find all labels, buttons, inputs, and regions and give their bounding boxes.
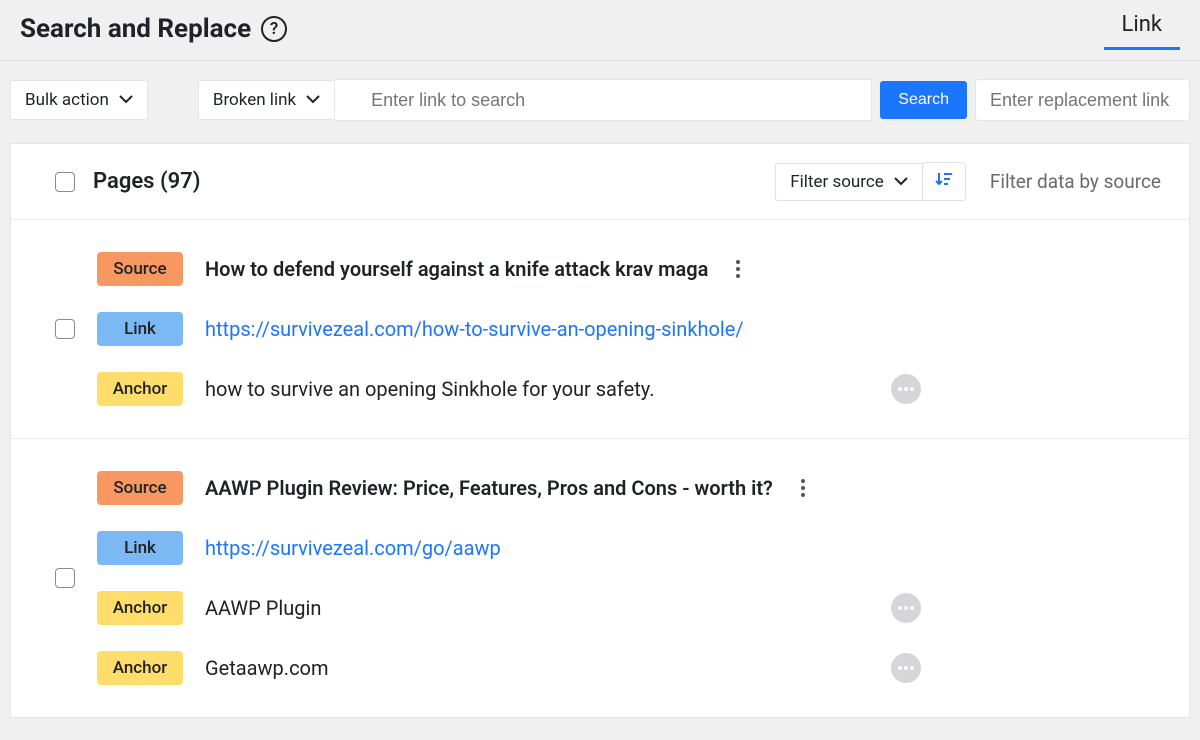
link-line: Link https://survivezeal.com/how-to-surv… [97,312,1161,346]
source-line: Source How to defend yourself against a … [97,252,1161,286]
anchor-text: AAWP Plugin [205,596,321,620]
page-title: Search and Replace [20,14,251,44]
source-badge: Source [97,471,183,505]
controls-bar: Bulk action Broken link Search [0,61,1200,139]
select-all-checkbox[interactable] [55,172,75,192]
link-badge: Link [97,531,183,565]
filter-source-dropdown[interactable]: Filter source [775,163,923,201]
result-row: Source How to defend yourself against a … [11,219,1189,438]
anchor-badge: Anchor [97,591,183,625]
title-group: Search and Replace ? [20,14,287,44]
chevron-down-icon [119,89,133,109]
more-icon[interactable] [891,593,921,623]
bulk-action-label: Bulk action [25,90,109,110]
bulk-action-dropdown[interactable]: Bulk action [10,80,148,120]
anchor-badge: Anchor [97,372,183,406]
row-check-wrap [55,252,75,406]
help-icon[interactable]: ? [261,16,287,42]
pages-count: Pages (97) [93,169,200,194]
row-checkbox[interactable] [55,568,75,588]
row-menu-icon[interactable] [730,256,746,282]
anchor-line: Anchor Getaawp.com [97,651,1161,685]
row-body: Source AAWP Plugin Review: Price, Featur… [97,471,1161,685]
anchor-text: Getaawp.com [205,656,328,680]
results-panel: Pages (97) Filter source Filter data by … [10,143,1190,718]
replacement-input[interactable] [975,79,1190,121]
sort-button[interactable] [923,162,966,201]
anchor-text: how to survive an opening Sinkhole for y… [205,377,655,401]
more-icon[interactable] [891,653,921,683]
row-checkbox[interactable] [55,319,75,339]
panel-header-left: Pages (97) [55,169,200,194]
search-button[interactable]: Search [880,81,967,119]
page-header: Search and Replace ? Link [0,0,1200,61]
anchor-line: Anchor AAWP Plugin [97,591,1161,625]
more-icon[interactable] [891,374,921,404]
row-menu-icon[interactable] [795,475,811,501]
search-input[interactable] [335,79,872,121]
row-check-wrap [55,471,75,685]
filter-data-label: Filter data by source [990,170,1161,193]
link-badge: Link [97,312,183,346]
anchor-badge: Anchor [97,651,183,685]
source-title: How to defend yourself against a knife a… [205,257,708,281]
panel-header-right: Filter source Filter data by source [775,162,1161,201]
link-line: Link https://survivezeal.com/go/aawp [97,531,1161,565]
results-list: Source How to defend yourself against a … [11,219,1189,717]
search-input-wrap [335,79,872,121]
link-type-label: Broken link [213,90,296,110]
panel-header: Pages (97) Filter source Filter data by … [11,144,1189,219]
link-url[interactable]: https://survivezeal.com/go/aawp [205,536,501,560]
source-badge: Source [97,252,183,286]
anchor-line: Anchor how to survive an opening Sinkhol… [97,372,1161,406]
source-title: AAWP Plugin Review: Price, Features, Pro… [205,476,773,500]
result-row: Source AAWP Plugin Review: Price, Featur… [11,438,1189,717]
tab-link[interactable]: Link [1104,8,1181,50]
filter-source-label: Filter source [790,172,884,192]
source-line: Source AAWP Plugin Review: Price, Featur… [97,471,1161,505]
tab-row: Link [1104,8,1181,50]
chevron-down-icon [306,89,320,109]
link-type-dropdown[interactable]: Broken link [198,80,335,120]
row-body: Source How to defend yourself against a … [97,252,1161,406]
chevron-down-icon [894,171,908,191]
link-url[interactable]: https://survivezeal.com/how-to-survive-a… [205,317,744,341]
